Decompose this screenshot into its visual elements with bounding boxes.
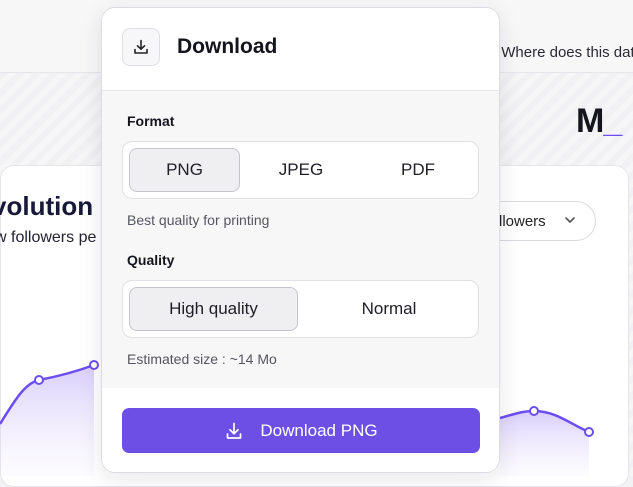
quality-selector: High quality Normal [122, 280, 479, 338]
download-button[interactable]: Download PNG [122, 408, 480, 453]
quality-label: Quality [127, 252, 175, 268]
chart-area [0, 365, 94, 476]
dialog-header: Download [102, 8, 499, 90]
download-button-label: Download PNG [260, 420, 378, 440]
logo-underscore: _ [603, 102, 622, 140]
chart-point [529, 406, 539, 416]
format-option-png[interactable]: PNG [129, 148, 240, 192]
dialog-title: Download [177, 35, 278, 58]
format-selector: PNG JPEG PDF [122, 141, 479, 199]
logo: M_ [576, 102, 622, 141]
format-hint: Best quality for printing [127, 212, 270, 228]
chart-point [584, 427, 594, 437]
format-option-jpeg[interactable]: JPEG [245, 148, 357, 192]
download-dialog: Download Format PNG JPEG PDF Best qualit… [101, 7, 500, 473]
chart-area [500, 411, 589, 476]
download-icon [122, 28, 160, 66]
chart-subtitle: w followers pe [0, 229, 97, 246]
chart-point [89, 360, 99, 370]
estimated-size: Estimated size : ~14 Mo [127, 351, 277, 367]
quality-option-normal[interactable]: Normal [304, 287, 474, 331]
metric-select-label: llowers [499, 213, 546, 230]
chart-title: volution o [0, 191, 117, 221]
chevron-down-icon [563, 213, 577, 232]
format-option-pdf[interactable]: PDF [362, 148, 474, 192]
download-icon [224, 421, 244, 441]
logo-letter: M [576, 102, 604, 140]
data-source-help-link[interactable]: Where does this data [501, 44, 633, 61]
quality-option-high[interactable]: High quality [129, 287, 298, 331]
dialog-footer: Download PNG [102, 388, 499, 472]
format-label: Format [127, 113, 175, 129]
chart-point [34, 375, 44, 385]
dialog-body: Format PNG JPEG PDF Best quality for pri… [102, 90, 499, 390]
